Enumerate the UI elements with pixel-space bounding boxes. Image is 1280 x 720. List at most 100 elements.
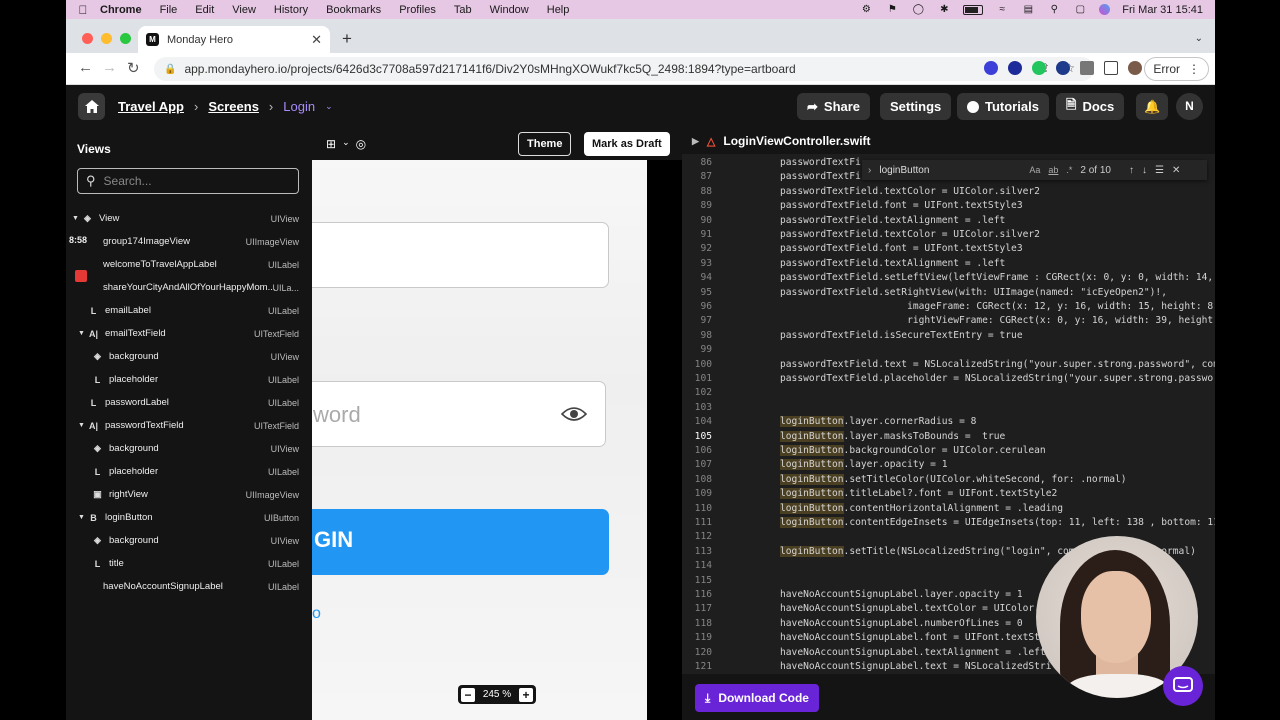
code-line[interactable]: 110 loginButton.contentHorizontalAlignmen… [682,502,1215,516]
zoom-in-button[interactable]: + [518,687,533,702]
tree-row[interactable]: Ltitle UILabel [66,552,312,575]
vpn-icon[interactable]: ◯ [911,4,925,15]
menu-app-name[interactable]: Chrome [100,4,142,16]
new-tab-button[interactable]: + [342,30,352,47]
address-bar[interactable]: 🔒 app.mondayhero.io/projects/6426d3c7708… [154,57,1094,81]
tree-row[interactable]: group174ImageView UIImageView [66,230,312,253]
mark-as-draft-button[interactable]: Mark as Draft [584,132,670,156]
minimize-window-button[interactable] [101,33,112,44]
menu-view[interactable]: View [232,4,256,16]
target-icon[interactable]: ◎ [356,137,366,151]
tree-row[interactable]: welcomeToTravelAppLabel UILabel [66,253,312,276]
code-line[interactable]: 105 loginButton.layer.masksToBounds = tru… [682,430,1215,444]
tree-row[interactable]: Lplaceholder UILabel [66,368,312,391]
menu-help[interactable]: Help [547,4,570,16]
find-toggle-icon[interactable]: › [868,165,871,176]
siri-icon[interactable] [1099,4,1111,15]
extension-icon-2[interactable] [1008,61,1022,75]
extension-icon-4[interactable] [1056,61,1070,75]
arrow-up-icon[interactable]: ↑ [1129,165,1134,176]
spotlight-search-icon[interactable]: ⚲ [1047,4,1061,15]
breadcrumb-login[interactable]: Login [283,99,315,114]
zoom-out-button[interactable]: − [461,687,475,702]
code-line[interactable]: 103 [682,401,1215,415]
code-line[interactable]: 89 passwordTextField.font = UIFont.textSt… [682,199,1215,213]
arrow-down-icon[interactable]: ↓ [1142,165,1147,176]
extension-icon-3[interactable] [1032,61,1046,75]
chevron-down-icon[interactable]: ⌄ [325,101,333,112]
code-line[interactable]: 95 passwordTextField.setRightView(with: U… [682,286,1215,300]
menu-tab[interactable]: Tab [454,4,472,16]
code-line[interactable]: 94 passwordTextField.setLeftView(leftView… [682,271,1215,285]
theme-button[interactable]: Theme [518,132,572,156]
profile-avatar-icon[interactable] [1128,61,1142,75]
tab-search-chevron-icon[interactable]: ⌄ [1195,33,1203,44]
back-icon[interactable]: ← [78,59,93,76]
breadcrumb-travel-app[interactable]: Travel App [118,99,184,114]
apple-icon[interactable]:  [66,3,100,17]
code-line[interactable]: 102 [682,386,1215,400]
extension-icon-1[interactable] [984,61,998,75]
regex-toggle[interactable]: .* [1066,165,1072,175]
grid-icon[interactable]: ⊞ [326,137,336,151]
menu-bookmarks[interactable]: Bookmarks [326,4,381,16]
lock-icon[interactable]: 🔒 [164,64,176,75]
code-filename[interactable]: LoginViewController.swift [723,134,870,148]
email-text-field-preview[interactable] [312,222,609,288]
close-window-button[interactable] [82,33,93,44]
close-icon[interactable]: ✕ [1172,165,1180,176]
tree-row[interactable]: ▼ A| emailTextField UITextField [66,322,312,345]
extensions-puzzle-icon[interactable] [1080,61,1094,75]
views-search-input[interactable]: ⚲ Search... [77,168,299,194]
caret-down-icon[interactable]: ▼ [77,422,86,429]
code-line[interactable]: 96 imageFrame: CGRect(x: 12, y: 16, widt… [682,300,1215,314]
menu-window[interactable]: Window [490,4,529,16]
code-line[interactable]: 92 passwordTextField.font = UIFont.textSt… [682,242,1215,256]
code-line[interactable]: 111 loginButton.contentEdgeInsets = UIEdg… [682,516,1215,530]
code-line[interactable]: 101 passwordTextField.placeholder = NSLoc… [682,372,1215,386]
find-in-selection-icon[interactable]: ☰ [1155,165,1164,176]
collapse-arrow-icon[interactable]: ▶ [692,136,699,147]
tree-row[interactable]: ▼ ◈ View UIView [66,207,312,230]
eye-icon[interactable] [561,406,587,422]
tab-close-icon[interactable]: ✕ [311,32,322,48]
share-button[interactable]: ➦ Share [797,93,871,120]
breadcrumb-screens[interactable]: Screens [208,99,259,114]
bluetooth-icon[interactable]: ✱ [937,4,951,15]
wifi-icon[interactable]: ≈ [995,4,1009,15]
menu-edit[interactable]: Edit [195,4,214,16]
code-line[interactable]: 99 [682,343,1215,357]
find-input[interactable]: loginButton [879,165,1029,176]
notifications-button[interactable]: 🔔 [1136,93,1169,120]
menu-file[interactable]: File [160,4,178,16]
tree-row[interactable]: ◈ background UIView [66,345,312,368]
flag-status-icon[interactable]: ⚑ [885,4,899,15]
tree-row[interactable]: ◈ background UIView [66,437,312,460]
docs-button[interactable]: 🗎 Docs [1056,93,1125,120]
code-line[interactable]: 88 passwordTextField.textColor = UIColor.… [682,185,1215,199]
whole-word-toggle[interactable]: ab [1048,165,1058,175]
code-line[interactable]: 100 passwordTextField.text = NSLocalizedS… [682,358,1215,372]
code-line[interactable]: 108 loginButton.setTitleColor(UIColor.whi… [682,473,1215,487]
reload-icon[interactable]: ↻ [127,59,140,77]
home-button[interactable] [78,93,105,120]
maximize-window-button[interactable] [120,33,131,44]
code-line[interactable]: 109 loginButton.titleLabel?.font = UIFont… [682,487,1215,501]
menu-history[interactable]: History [274,4,308,16]
tutorials-button[interactable]: Tutorials [957,93,1049,120]
password-text-field-preview[interactable]: word [312,381,606,447]
signup-link-preview[interactable]: o [312,605,321,623]
tree-row[interactable]: ▼ BloginButton UIButton [66,506,312,529]
chat-support-button[interactable] [1163,666,1203,706]
tree-row[interactable]: Lplaceholder UILabel [66,460,312,483]
tree-row[interactable]: ▣ rightView UIImageView [66,483,312,506]
tree-row[interactable]: ◈ background UIView [66,529,312,552]
tree-row[interactable]: LpasswordLabel UILabel [66,391,312,414]
code-line[interactable]: 91 passwordTextField.textColor = UIColor.… [682,228,1215,242]
tree-row[interactable]: LemailLabel UILabel [66,299,312,322]
user-avatar[interactable]: N [1176,93,1203,120]
battery-icon[interactable] [963,4,984,15]
code-line[interactable]: 93 passwordTextField.textAlignment = .lef… [682,257,1215,271]
design-canvas[interactable]: word GIN o − 245 % + [312,160,682,720]
gear-status-icon[interactable]: ⚙ [859,4,873,15]
